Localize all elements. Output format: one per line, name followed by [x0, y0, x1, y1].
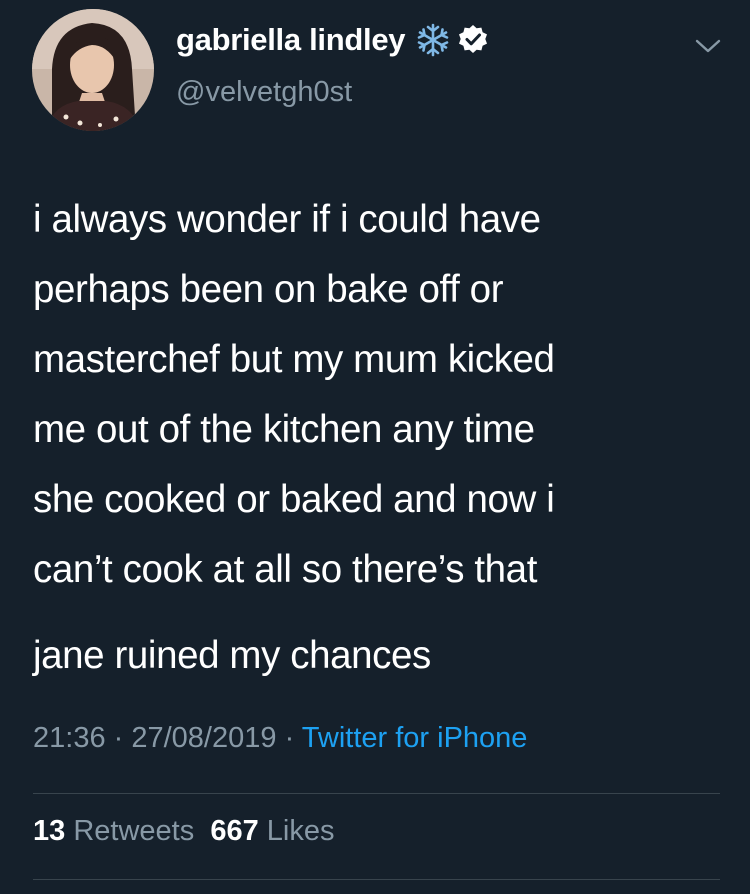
- tweet-line: she cooked or baked and now i: [33, 478, 555, 521]
- tweet-paragraph: jane ruined my chances: [33, 621, 723, 691]
- tweet-meta: 21:36 · 27/08/2019 · Twitter for iPhone: [33, 722, 527, 755]
- avatar[interactable]: [32, 9, 154, 131]
- tweet-stats: 13 Retweets 667 Likes: [33, 815, 335, 848]
- tweet-line: me out of the kitchen any time: [33, 408, 535, 451]
- retweets-stat[interactable]: 13 Retweets: [33, 815, 194, 847]
- divider: [33, 793, 720, 794]
- snowflake-icon: [417, 23, 449, 57]
- likes-count: 667: [210, 815, 259, 847]
- retweets-label: Retweets: [73, 815, 195, 847]
- tweet-text: i always wonder if i could have perhaps …: [33, 185, 723, 691]
- retweets-count: 13: [33, 815, 66, 847]
- meta-separator: ·: [276, 722, 302, 754]
- meta-separator: ·: [105, 722, 132, 754]
- tweet-time[interactable]: 21:36: [33, 722, 106, 754]
- tweet-line: jane ruined my chances: [33, 634, 431, 677]
- verified-badge-icon: [459, 25, 488, 53]
- likes-stat[interactable]: 667 Likes: [210, 815, 334, 847]
- tweet-line: can’t cook at all so there’s that: [33, 548, 537, 591]
- likes-label: Likes: [266, 815, 335, 847]
- tweet-line: masterchef but my mum kicked: [33, 338, 555, 381]
- tweet-source-link[interactable]: Twitter for iPhone: [302, 722, 528, 754]
- tweet-date[interactable]: 27/08/2019: [131, 722, 276, 754]
- chevron-down-icon[interactable]: [694, 36, 722, 56]
- author-display-name[interactable]: gabriella lindley: [176, 22, 406, 58]
- author-name-row: gabriella lindley: [176, 22, 489, 58]
- tweet-line: perhaps been on bake off or: [33, 268, 504, 311]
- tweet-paragraph: i always wonder if i could have perhaps …: [33, 185, 723, 605]
- author-handle[interactable]: @velvetgh0st: [176, 76, 352, 109]
- divider: [33, 879, 720, 880]
- tweet-line: i always wonder if i could have: [33, 198, 541, 241]
